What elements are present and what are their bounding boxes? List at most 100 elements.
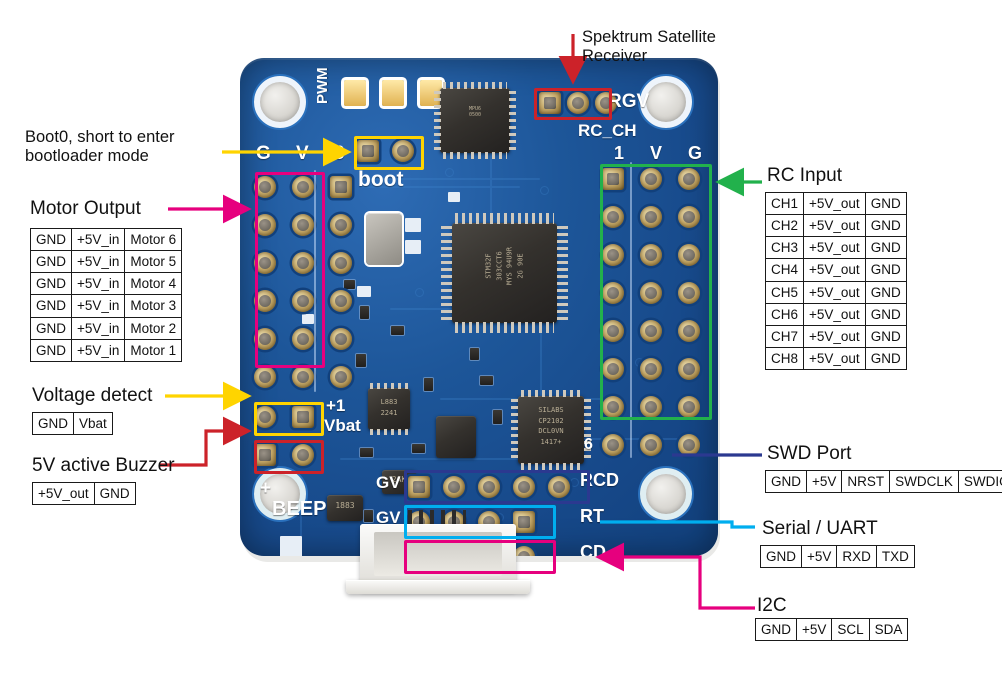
table-cell: GND [30, 250, 72, 274]
chip-barometer [436, 416, 476, 458]
table-cell: CH2 [764, 214, 805, 238]
table-cell: GND [760, 544, 802, 569]
table-cell: Motor 5 [124, 250, 183, 274]
table-cell: SCL [831, 617, 870, 642]
table-row: CH4 +5V_out GND [764, 258, 907, 282]
silk-rt: RT [580, 506, 604, 526]
table-cell: CH5 [764, 280, 805, 304]
table-cell: RXD [836, 544, 877, 569]
table-cell: GND [30, 227, 72, 252]
table-cell: +5V_out [803, 302, 866, 326]
voltage-detect-label: Voltage detect [32, 385, 153, 406]
rc-input-label: RC Input [767, 165, 842, 186]
diagram-canvas: PWM G V 6 boot MPU6 0500 RGV RC_CH 1 V G… [0, 0, 1002, 685]
table-cell: GND [765, 469, 807, 494]
table-cell: GND [30, 294, 72, 318]
table-row: GND +5V_in Motor 3 [30, 294, 183, 318]
table-cell: +5V_out [803, 280, 866, 304]
table-cell: +5V [795, 617, 833, 642]
table-cell: +5V_out [803, 191, 866, 216]
table-cell: CH8 [764, 347, 805, 371]
silk-v: V [296, 143, 309, 164]
silk-pwm: PWM [314, 67, 331, 104]
board-substrate: PWM G V 6 boot MPU6 0500 RGV RC_CH 1 V G… [240, 58, 718, 556]
table-cell: +5V_in [70, 250, 126, 274]
silk-plus1: +1 [326, 396, 346, 415]
swd-pad-5v [443, 476, 465, 498]
chip-mcu: STM32F 303CCT6 MYS 94U9R 2G 90E [452, 223, 557, 323]
table-cell: +5V_out [803, 214, 866, 238]
table-cell: CH3 [764, 236, 805, 260]
serial-uart-label: Serial / UART [762, 518, 878, 539]
buzzer-pad-5v [254, 444, 276, 466]
table-cell: CH6 [764, 302, 805, 326]
silk-rcd: RCD [580, 470, 619, 490]
table-cell: GND [93, 481, 136, 506]
voltage-detect-rows: GND Vbat [32, 411, 113, 436]
table-row: GND +5V_in Motor 2 [30, 316, 183, 340]
table-cell: TXD [875, 544, 915, 569]
table-cell: +5V_out [803, 236, 866, 260]
table-cell: +5V_out [32, 481, 95, 506]
buzzer-pad-gnd [292, 444, 314, 466]
table-cell: GND [864, 236, 907, 260]
silk-rgv: RGV [608, 91, 650, 112]
serial-uart-table: GND +5V RXD TXD [760, 544, 915, 569]
table-cell: Motor 3 [124, 294, 183, 318]
table-cell: GND [864, 280, 907, 304]
table-cell: +5V [805, 469, 843, 494]
rc-input-rows: CH1 +5V_out GND CH2 +5V_out GND CH3 +5V_out GND C… [764, 191, 907, 371]
table-cell: Vbat [73, 411, 113, 436]
table-cell: GND [30, 272, 72, 296]
table-row: GND +5V_in Motor 1 [30, 338, 183, 362]
status-led-2 [382, 80, 404, 106]
table-row: CH3 +5V_out GND [764, 236, 907, 260]
silk-6b: 6 [584, 436, 593, 453]
rc-input-table: CH1 +5V_out GND CH2 +5V_out GND CH3 +5V_out GND C… [764, 191, 907, 371]
swd-pad-swdclk [513, 476, 535, 498]
silk-vbat: Vbat [324, 416, 361, 435]
motor-output-table: GND +5V_in Motor 6 GND +5V_in Motor 5 GND +5V_i… [30, 227, 183, 362]
table-row: CH1 +5V_out GND [764, 191, 907, 216]
table-cell: GND [30, 316, 72, 340]
swd-port-rows: GND+5VNRSTSWDCLKSWDIO [765, 469, 1002, 494]
table-row: GND Vbat [32, 411, 113, 436]
boot0-label: Boot0, short to enter bootloader mode [25, 128, 175, 166]
motor-output-rows: GND +5V_in Motor 6 GND +5V_in Motor 5 GND +5V_i… [30, 227, 183, 362]
table-cell: GND [864, 324, 907, 349]
chip-sot-1833: 1883 [327, 495, 363, 521]
i2c-table: GND +5V SCL SDA [755, 617, 909, 642]
chip-l883-text: L883 2241 [380, 398, 398, 417]
status-led-1 [344, 80, 366, 106]
table-row: CH7 +5V_out GND [764, 324, 907, 349]
table-cell: Motor 2 [124, 316, 183, 340]
silk-6: 6 [334, 143, 345, 164]
silk-v2: V [650, 143, 663, 163]
table-row: CH5 +5V_out GND [764, 280, 907, 304]
pcb-board: PWM G V 6 boot MPU6 0500 RGV RC_CH 1 V G… [240, 58, 720, 594]
vbat-pad-gnd [254, 406, 276, 428]
silk-g2: G [688, 143, 703, 163]
chip-usb-uart: SILABS CP2102 DCL0VN 1417+ [518, 396, 584, 464]
voltage-detect-table: GND Vbat [32, 411, 113, 436]
table-cell: GND [32, 411, 74, 436]
table-row: GND +5V SCL SDA [755, 617, 909, 642]
table-cell: Motor 1 [124, 338, 183, 362]
table-row: CH6 +5V_out GND [764, 302, 907, 326]
table-cell: SWDIO [957, 469, 1002, 494]
chip-gyro-text: MPU6 0500 [468, 106, 482, 119]
micro-usb-foot [346, 580, 530, 594]
chip-1833-text: 1883 [335, 501, 355, 510]
chip-gyro: MPU6 0500 [440, 88, 510, 153]
table-row: CH8 +5V_out GND [764, 347, 907, 371]
table-cell: GND [30, 338, 72, 362]
table-cell: Motor 4 [124, 272, 183, 296]
boot-pad-1 [357, 140, 379, 162]
table-cell: SWDCLK [889, 469, 959, 494]
chip-mcu-text: STM32F 303CCT6 MYS 94U9R 2G 90E [484, 247, 525, 285]
silk-beep: BEEP [272, 498, 327, 520]
uart-pad-txd [513, 511, 535, 533]
spektrum-pad-1 [539, 92, 561, 114]
table-cell: GND [864, 258, 907, 282]
crystal-oscillator [366, 213, 402, 265]
